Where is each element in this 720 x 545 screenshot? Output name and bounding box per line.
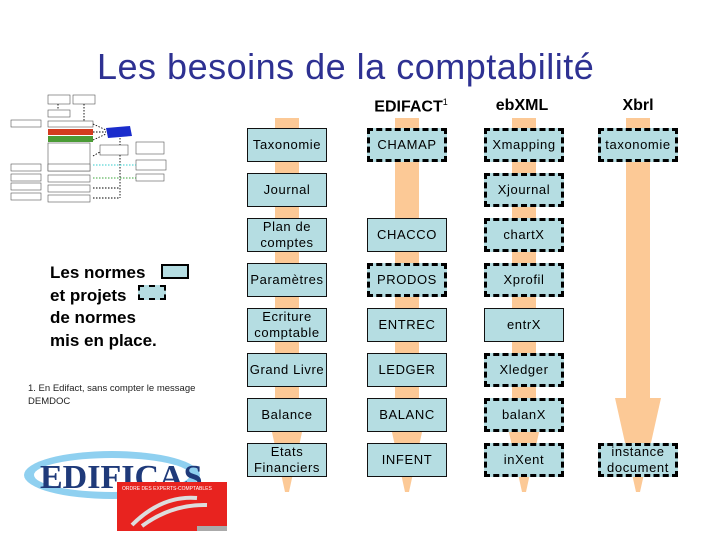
column-header-xbrl: Xbrl <box>622 97 654 114</box>
standard-cell: taxonomie <box>598 128 678 162</box>
process-diagram-thumbnail <box>10 94 167 203</box>
standard-cell: Journal <box>247 173 327 207</box>
standard-cell: chartX <box>484 218 564 252</box>
standard-cell: Xledger <box>484 353 564 387</box>
standard-cell: Balance <box>247 398 327 432</box>
standard-cell: Xmapping <box>484 128 564 162</box>
edificas-logo: EDIFICAS ORDRE DES EXPERTS-COMPTABLES <box>22 440 232 540</box>
standard-cell: inXent <box>484 443 564 477</box>
legend-dashed-swatch <box>138 285 166 300</box>
standard-cell: BALANC <box>367 398 447 432</box>
legend-solid-swatch <box>161 264 189 279</box>
standard-cell: balanX <box>484 398 564 432</box>
column-header-edifact: EDIFACT1 <box>351 97 471 116</box>
column-header-ebxml: ebXML <box>495 97 549 114</box>
footnote: 1. En Edifact, sans compter le message D… <box>28 383 196 407</box>
standard-cell: INFENT <box>367 443 447 477</box>
standard-cell: Ecriture comptable <box>247 308 327 342</box>
standard-cell: Grand Livre <box>247 353 327 387</box>
standard-cell: Xjournal <box>484 173 564 207</box>
standard-cell: CHAMAP <box>367 128 447 162</box>
standard-cell: CHACCO <box>367 218 447 252</box>
page-title: Les besoins de la comptabilité <box>97 46 595 87</box>
standard-cell: PRODOS <box>367 263 447 297</box>
standard-cell: LEDGER <box>367 353 447 387</box>
legend-line: de normes <box>50 308 136 327</box>
standard-cell: Paramètres <box>247 263 327 297</box>
legend-line: mis en place. <box>50 330 157 350</box>
standard-cell: instance document <box>598 443 678 477</box>
standard-cell: Taxonomie <box>247 128 327 162</box>
standard-cell: Plan de comptes <box>247 218 327 252</box>
header-text: EDIFACT <box>374 98 443 116</box>
legend-line: et projets <box>50 285 127 305</box>
standard-cell: Etats Financiers <box>247 443 327 477</box>
standard-cell: ENTREC <box>367 308 447 342</box>
footnote-marker: 1 <box>442 97 448 107</box>
logo-subtext: ORDRE DES EXPERTS-COMPTABLES <box>122 486 212 492</box>
standard-cell: entrX <box>484 308 564 342</box>
standard-cell: Xprofil <box>484 263 564 297</box>
